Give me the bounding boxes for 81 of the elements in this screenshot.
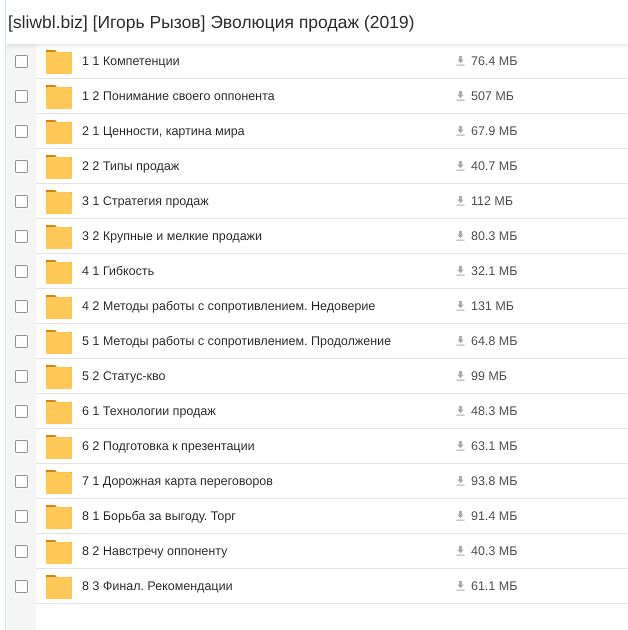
folder-icon	[46, 538, 72, 564]
download-icon[interactable]	[456, 161, 465, 171]
download-icon[interactable]	[456, 336, 465, 346]
folder-icon	[46, 118, 72, 144]
download-icon[interactable]	[456, 91, 465, 101]
file-size: 32.1 МБ	[471, 264, 518, 278]
file-size: 61.1 МБ	[471, 579, 518, 593]
folder-name[interactable]: 4 2 Методы работы с сопротивлением. Недоверие	[82, 299, 452, 313]
folder-icon	[46, 258, 72, 284]
folder-icon	[46, 573, 72, 599]
download-icon[interactable]	[456, 371, 465, 381]
checkbox[interactable]	[14, 90, 28, 103]
folder-name[interactable]: 5 1 Методы работы с сопротивлением. Продолжение	[82, 334, 452, 348]
file-size: 80.3 МБ	[471, 229, 518, 243]
file-size: 48.3 МБ	[471, 404, 518, 418]
folder-icon	[46, 153, 72, 179]
folder-icon	[46, 363, 72, 389]
folder-name[interactable]: 5 2 Статус-кво	[82, 369, 452, 383]
file-size: 507 МБ	[471, 89, 514, 103]
download-icon[interactable]	[456, 546, 465, 556]
folder-name[interactable]: 3 2 Крупные и мелкие продажи	[82, 229, 452, 243]
checkbox[interactable]	[14, 370, 28, 383]
checkbox[interactable]	[14, 405, 28, 418]
folder-icon	[46, 328, 72, 354]
folder-name[interactable]: 2 1 Ценности, картина мира	[82, 124, 452, 138]
file-size: 76.4 МБ	[471, 54, 518, 68]
folder-name[interactable]: 3 1 Стратегия продаж	[82, 194, 452, 208]
folder-icon	[46, 293, 72, 319]
download-icon[interactable]	[456, 56, 465, 66]
checkbox[interactable]	[14, 55, 28, 68]
file-size: 63.1 МБ	[471, 439, 518, 453]
checkbox[interactable]	[14, 125, 28, 138]
folder-name[interactable]: 8 1 Борьба за выгоду. Торг	[82, 509, 452, 523]
download-icon[interactable]	[456, 581, 465, 591]
folder-name[interactable]: 4 1 Гибкость	[82, 264, 452, 278]
folder-title: [sliwbl.biz] [Игорь Рызов] Эволюция продаж (2019)	[8, 12, 414, 32]
folder-icon	[46, 503, 72, 529]
file-size: 40.7 МБ	[471, 159, 518, 173]
download-icon[interactable]	[456, 441, 465, 451]
checkbox[interactable]	[14, 300, 28, 313]
download-icon[interactable]	[456, 231, 465, 241]
folder-icon	[46, 223, 72, 249]
folder-name[interactable]: 1 2 Понимание своего оппонента	[82, 89, 452, 103]
checkbox[interactable]	[14, 335, 28, 348]
file-size: 99 МБ	[471, 369, 507, 383]
checkbox[interactable]	[14, 580, 28, 593]
folder-icon	[46, 48, 72, 74]
folder-name[interactable]: 7 1 Дорожная карта переговоров	[82, 474, 452, 488]
checkbox[interactable]	[14, 510, 28, 523]
download-icon[interactable]	[456, 196, 465, 206]
download-icon[interactable]	[456, 126, 465, 136]
folder-name[interactable]: 1 1 Компетенции	[82, 54, 452, 68]
download-icon[interactable]	[456, 266, 465, 276]
folder-icon	[46, 83, 72, 109]
folder-icon	[46, 188, 72, 214]
download-icon[interactable]	[456, 511, 465, 521]
folder-name[interactable]: 2 2 Типы продаж	[82, 159, 452, 173]
checkbox[interactable]	[14, 160, 28, 173]
file-size: 40.3 МБ	[471, 544, 518, 558]
folder-name[interactable]: 6 1 Технологии продаж	[82, 404, 452, 418]
checkbox[interactable]	[14, 195, 28, 208]
file-size: 91.4 МБ	[471, 509, 518, 523]
download-icon[interactable]	[456, 476, 465, 486]
folder-name[interactable]: 8 3 Финал. Рекомендации	[82, 579, 452, 593]
folder-icon	[46, 398, 72, 424]
file-size: 93.8 МБ	[471, 474, 518, 488]
folder-icon	[46, 433, 72, 459]
file-size: 64.8 МБ	[471, 334, 518, 348]
folder-name[interactable]: 8 2 Навстречу оппоненту	[82, 544, 452, 558]
checkbox[interactable]	[14, 230, 28, 243]
checkbox[interactable]	[14, 440, 28, 453]
folder-name[interactable]: 6 2 Подготовка к презентации	[82, 439, 452, 453]
file-size: 67.9 МБ	[471, 124, 518, 138]
folder-icon	[46, 468, 72, 494]
file-size: 112 МБ	[471, 194, 514, 208]
checkbox[interactable]	[14, 475, 28, 488]
checkbox[interactable]	[14, 265, 28, 278]
download-icon[interactable]	[456, 301, 465, 311]
file-size: 131 МБ	[471, 299, 514, 313]
checkbox[interactable]	[14, 545, 28, 558]
download-icon[interactable]	[456, 406, 465, 416]
